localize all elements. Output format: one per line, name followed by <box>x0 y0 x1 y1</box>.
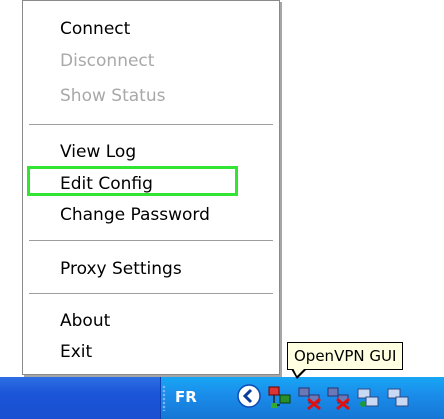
menu-separator <box>29 240 273 242</box>
menu-item-about[interactable]: About <box>24 306 278 336</box>
menu-item-connect[interactable]: Connect <box>24 14 278 44</box>
menu-item-proxy-settings[interactable]: Proxy Settings <box>24 254 278 284</box>
tray-context-menu: Connect Disconnect Show Status View Log … <box>22 0 280 375</box>
menu-item-exit[interactable]: Exit <box>24 337 278 367</box>
menu-item-disconnect: Disconnect <box>24 46 278 76</box>
menu-item-label: About <box>60 311 111 331</box>
tooltip-tail-fill <box>293 368 305 376</box>
menu-item-label: Proxy Settings <box>60 259 182 279</box>
menu-item-change-password[interactable]: Change Password <box>24 200 278 230</box>
network-icon[interactable] <box>354 383 382 411</box>
tray-grip[interactable] <box>162 385 166 411</box>
menu-item-view-log[interactable]: View Log <box>24 137 278 167</box>
menu-item-edit-config[interactable]: Edit Config <box>24 166 278 199</box>
show-hidden-icons-chevron-icon[interactable] <box>236 383 262 409</box>
menu-item-label: Connect <box>60 19 131 39</box>
tray-tooltip: OpenVPN GUI <box>287 342 404 370</box>
openvpn-disconnected-icon[interactable] <box>325 383 353 411</box>
menu-item-label: Show Status <box>60 86 166 106</box>
openvpn-disconnected-icon[interactable] <box>296 383 324 411</box>
menu-separator <box>29 124 273 126</box>
menu-item-label: Change Password <box>60 205 210 225</box>
menu-item-label: Edit Config <box>60 174 153 194</box>
menu-item-label: View Log <box>60 142 137 162</box>
menu-item-show-status: Show Status <box>24 81 278 111</box>
network-icon[interactable] <box>384 383 412 411</box>
menu-separator <box>29 293 273 295</box>
menu-item-label: Disconnect <box>60 51 155 71</box>
taskbar: FR <box>0 377 444 419</box>
language-indicator[interactable]: FR <box>175 385 197 409</box>
menu-item-label: Exit <box>60 342 93 362</box>
openvpn-connected-icon[interactable] <box>266 383 294 411</box>
